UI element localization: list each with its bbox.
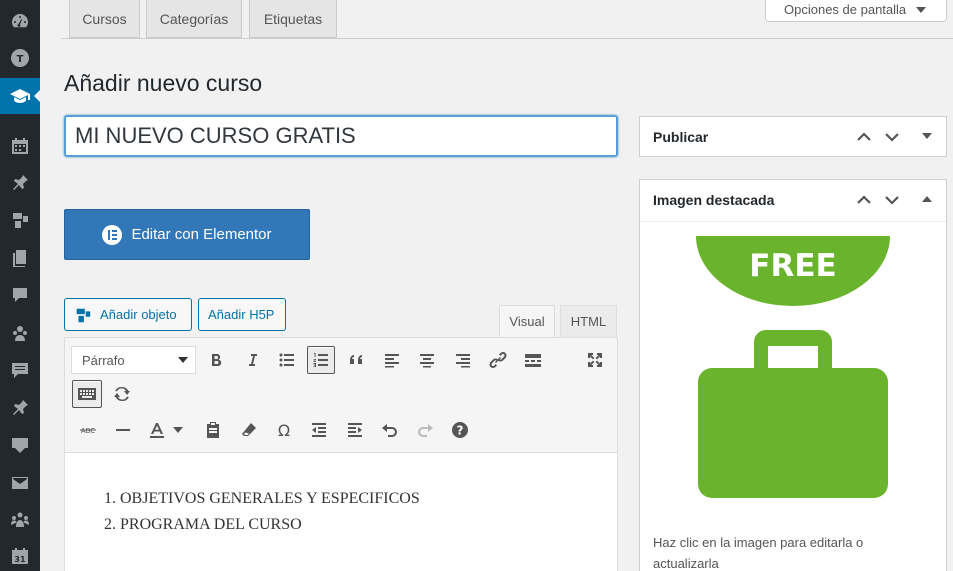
chevron-down-icon xyxy=(178,357,188,363)
tab-categorias[interactable]: Categorías xyxy=(146,0,242,38)
feedback-icon[interactable] xyxy=(0,352,40,388)
format-select-value: Párrafo xyxy=(82,352,125,368)
svg-text:?: ? xyxy=(457,424,464,438)
fullscreen-icon[interactable] xyxy=(581,346,609,374)
admin-sidebar: T 31 xyxy=(0,0,40,571)
publish-box-header: Publicar xyxy=(640,117,946,157)
comments-icon[interactable] xyxy=(0,277,40,313)
horizontal-line-icon[interactable] xyxy=(109,416,137,444)
users-group-icon[interactable] xyxy=(0,315,40,351)
pages-icon[interactable] xyxy=(0,240,40,276)
calendar-31-icon[interactable]: 31 xyxy=(0,538,40,571)
chevron-up-icon[interactable] xyxy=(855,128,873,146)
tabs-divider xyxy=(62,38,953,39)
outdent-icon[interactable] xyxy=(305,416,333,444)
add-media-icon xyxy=(76,308,91,322)
list-item: PROGRAMA DEL CURSO xyxy=(120,512,617,538)
chevron-down-icon[interactable] xyxy=(883,191,901,209)
chevron-down-icon xyxy=(916,6,927,13)
svg-text:T: T xyxy=(17,54,24,65)
toggle-panel-icon[interactable] xyxy=(922,133,932,139)
toolbar-toggle-icon[interactable] xyxy=(72,380,102,408)
content-editor: Párrafo ABC Ω ? 1. OBJETIVOS GENERALES Y… xyxy=(64,337,618,571)
featured-image-caption: Haz clic en la imagen para editarla o ac… xyxy=(653,535,864,571)
clear-formatting-icon[interactable] xyxy=(235,416,263,444)
paste-text-icon[interactable] xyxy=(199,416,227,444)
tab-html[interactable]: HTML xyxy=(560,305,617,338)
featured-image-title: Imagen destacada xyxy=(653,192,775,208)
align-left-icon[interactable] xyxy=(378,346,406,374)
chevron-up-icon[interactable] xyxy=(855,191,873,209)
italic-icon[interactable] xyxy=(238,346,266,374)
indent-icon[interactable] xyxy=(341,416,369,444)
pin-icon[interactable] xyxy=(0,390,40,426)
link-icon[interactable] xyxy=(484,346,512,374)
redo-icon[interactable] xyxy=(411,416,439,444)
text-color-dropdown-icon[interactable] xyxy=(171,416,185,444)
tab-cursos[interactable]: Cursos xyxy=(69,0,140,38)
blockquote-icon[interactable] xyxy=(343,346,371,374)
bold-icon[interactable] xyxy=(202,346,230,374)
tab-visual[interactable]: Visual xyxy=(499,305,555,338)
add-object-label: Añadir objeto xyxy=(100,307,177,322)
strikethrough-icon[interactable]: ABC xyxy=(74,416,102,444)
screen-options-label: Opciones de pantalla xyxy=(784,2,907,17)
featured-image-body: FREE Haz clic en la imagen para editarla… xyxy=(640,221,946,571)
list-item: OBJETIVOS GENERALES Y ESPECIFICOS xyxy=(120,486,617,512)
mail-icon[interactable] xyxy=(0,465,40,501)
featured-image-text: FREE xyxy=(749,248,836,284)
editor-toolbar: Párrafo ABC Ω ? xyxy=(65,338,617,453)
bullet-list-icon[interactable] xyxy=(273,346,301,374)
format-select[interactable]: Párrafo xyxy=(71,346,196,374)
refresh-icon[interactable] xyxy=(108,380,136,408)
graduation-cap-icon[interactable] xyxy=(0,78,40,114)
help-icon[interactable]: ? xyxy=(446,416,474,444)
media-icon[interactable] xyxy=(0,202,40,238)
read-more-icon[interactable] xyxy=(519,346,547,374)
calendar-icon[interactable] xyxy=(0,128,40,164)
pin-icon[interactable] xyxy=(0,165,40,201)
add-h5p-button[interactable]: Añadir H5P xyxy=(198,298,286,331)
elementor-icon xyxy=(102,224,123,245)
special-character-icon[interactable]: Ω xyxy=(270,416,298,444)
publish-box-title: Publicar xyxy=(653,129,709,145)
dashboard-icon[interactable] xyxy=(0,3,40,39)
align-center-icon[interactable] xyxy=(413,346,441,374)
featured-image-header: Imagen destacada xyxy=(640,180,946,220)
add-object-button[interactable]: Añadir objeto xyxy=(64,298,192,331)
edit-with-elementor-label: Editar con Elementor xyxy=(131,226,272,243)
tutor-icon[interactable]: T xyxy=(0,40,40,76)
community-icon[interactable] xyxy=(0,502,40,538)
page-title: Añadir nuevo curso xyxy=(64,70,263,96)
svg-text:31: 31 xyxy=(14,555,26,564)
post-title-input[interactable] xyxy=(64,115,618,157)
chevron-down-icon[interactable] xyxy=(883,128,901,146)
undo-icon[interactable] xyxy=(376,416,404,444)
svg-text:Ω: Ω xyxy=(278,421,290,440)
download-icon[interactable] xyxy=(0,427,40,463)
publish-box: Publicar xyxy=(639,116,947,157)
add-h5p-label: Añadir H5P xyxy=(208,307,275,322)
featured-image[interactable]: FREE xyxy=(640,222,946,512)
screen-options-button[interactable]: Opciones de pantalla xyxy=(765,0,947,22)
editor-content[interactable]: OBJETIVOS GENERALES Y ESPECIFICOS PROGRA… xyxy=(65,454,617,538)
tab-etiquetas[interactable]: Etiquetas xyxy=(249,0,337,38)
featured-image-box: Imagen destacada FREE Haz clic en la ima… xyxy=(639,179,947,571)
align-right-icon[interactable] xyxy=(449,346,477,374)
text-color-icon[interactable] xyxy=(143,416,171,444)
numbered-list-icon[interactable] xyxy=(307,346,335,374)
toggle-panel-icon[interactable] xyxy=(922,196,932,202)
svg-text:ABC: ABC xyxy=(81,427,95,435)
edit-with-elementor-button[interactable]: Editar con Elementor xyxy=(64,209,310,260)
